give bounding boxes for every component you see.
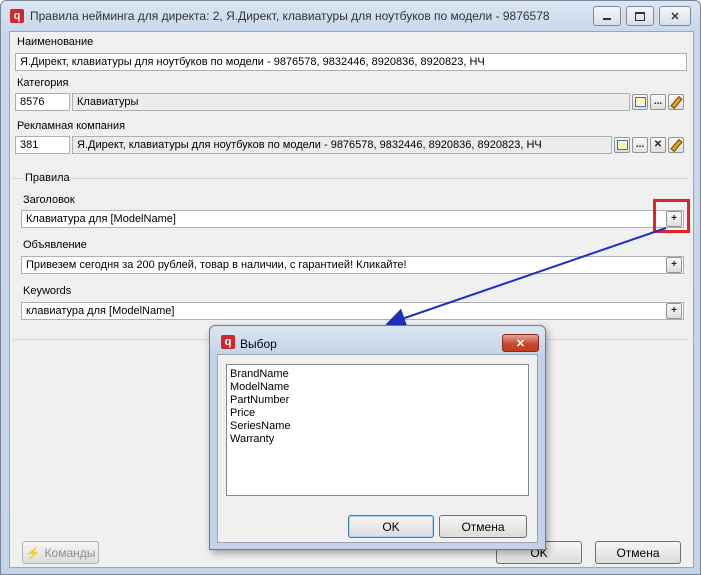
commands-label: Команды — [44, 545, 96, 560]
category-new-button[interactable] — [632, 94, 648, 110]
campaign-code-input[interactable]: 381 — [15, 136, 70, 154]
keywords-label: Keywords — [23, 285, 72, 297]
category-browse-button[interactable]: ... — [650, 94, 666, 110]
list-item[interactable]: Warranty — [230, 433, 525, 446]
name-label: Наименование — [17, 36, 94, 48]
choice-ok-button[interactable]: OK — [348, 515, 434, 538]
maximize-icon — [635, 11, 645, 21]
window-title: Правила нейминга для директа: 2, Я.Дирек… — [30, 9, 550, 23]
close-icon: ✕ — [515, 337, 526, 350]
minimize-icon — [603, 18, 611, 20]
app-logo-icon: q — [10, 9, 24, 23]
name-input[interactable]: Я.Директ, клавиатуры для ноутбуков по мо… — [15, 53, 687, 71]
ad-add-button[interactable]: + — [666, 257, 682, 273]
ad-input[interactable]: Привезем сегодня за 200 рублей, товар в … — [21, 256, 684, 274]
choice-dialog-close-button[interactable]: ✕ — [502, 334, 539, 352]
rules-group-label: Правила — [23, 172, 72, 184]
list-item[interactable]: SeriesName — [230, 420, 525, 433]
keywords-input[interactable]: клавиатура для [ModelName] — [21, 302, 684, 320]
category-code-input[interactable]: 8576 — [15, 93, 70, 111]
pencil-icon — [669, 95, 683, 109]
choice-dialog-title: Выбор — [240, 337, 277, 351]
list-item[interactable]: BrandName — [230, 368, 525, 381]
new-record-icon — [616, 140, 628, 150]
campaign-edit-button[interactable] — [668, 137, 684, 153]
pencil-icon — [669, 138, 683, 152]
list-item[interactable]: ModelName — [230, 381, 525, 394]
lightning-icon: ⚡ — [25, 545, 41, 560]
headline-label: Заголовок — [23, 194, 75, 206]
category-edit-button[interactable] — [668, 94, 684, 110]
new-record-icon — [634, 97, 646, 107]
campaign-browse-button[interactable]: ... — [632, 137, 648, 153]
title-bar[interactable]: q Правила нейминга для директа: 2, Я.Дир… — [1, 1, 700, 31]
campaign-label: Рекламная компания — [17, 120, 126, 132]
maximize-button[interactable] — [626, 6, 654, 26]
cancel-button[interactable]: Отмена — [595, 541, 681, 564]
choice-dialog-client: BrandName ModelName PartNumber Price Ser… — [217, 354, 538, 543]
highlight-box — [653, 199, 690, 233]
campaign-new-button[interactable] — [614, 137, 630, 153]
campaign-name-field: Я.Директ, клавиатуры для ноутбуков по мо… — [72, 136, 612, 154]
category-label: Категория — [17, 77, 69, 89]
minimize-button[interactable] — [593, 6, 621, 26]
choice-cancel-button[interactable]: Отмена — [439, 515, 527, 538]
list-item[interactable]: Price — [230, 407, 525, 420]
list-item[interactable]: PartNumber — [230, 394, 525, 407]
commands-button[interactable]: ⚡ Команды — [22, 541, 99, 564]
close-icon: ✕ — [670, 10, 680, 23]
close-button[interactable]: ✕ — [659, 6, 691, 26]
ad-label: Объявление — [23, 239, 87, 251]
choice-dialog: q Выбор ✕ BrandName ModelName PartNumber… — [209, 325, 546, 550]
keywords-add-button[interactable]: + — [666, 303, 682, 319]
choice-listbox[interactable]: BrandName ModelName PartNumber Price Ser… — [226, 364, 529, 496]
app-logo-icon: q — [221, 335, 235, 349]
category-name-field: Клавиатуры — [72, 93, 630, 111]
headline-input[interactable]: Клавиатура для [ModelName] — [21, 210, 684, 228]
campaign-clear-button[interactable]: ✕ — [650, 137, 666, 153]
